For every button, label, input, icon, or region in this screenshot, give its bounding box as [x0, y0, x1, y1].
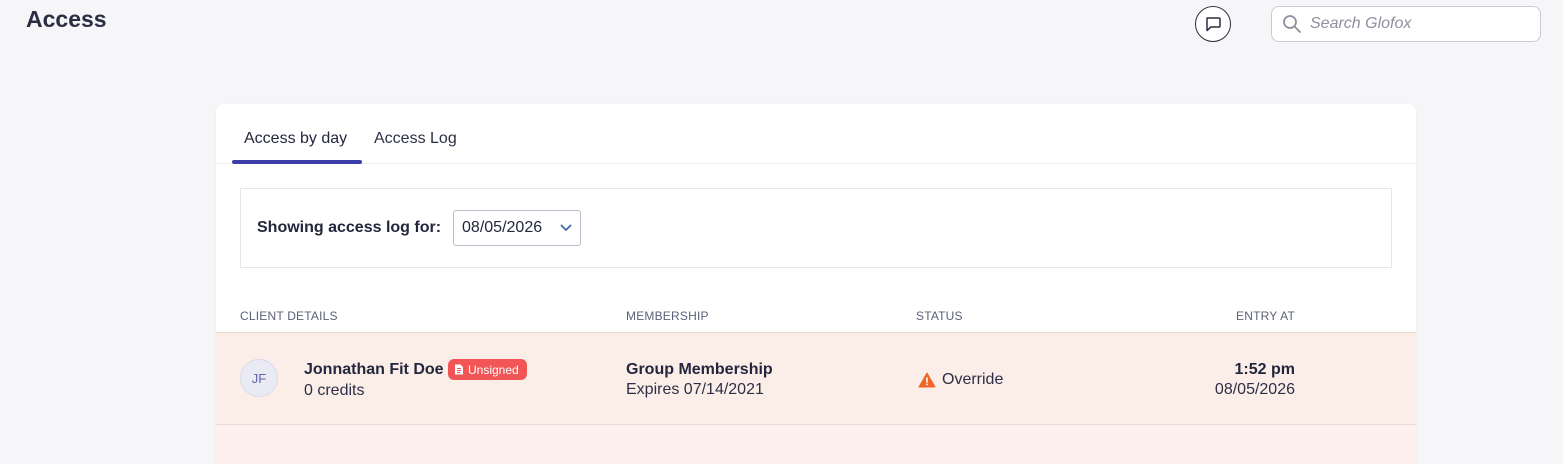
tab-access-by-day[interactable]: Access by day [244, 130, 347, 148]
badge-label: Unsigned [468, 362, 519, 377]
date-filter-panel: Showing access log for: 08/05/2026 [240, 188, 1392, 268]
chat-bubble-icon [1206, 17, 1221, 32]
date-select-value: 08/05/2026 [462, 219, 543, 236]
access-card: Access by day Access Log Showing access … [216, 104, 1416, 464]
table-row[interactable] [216, 424, 1416, 464]
status-label: Override [942, 371, 1004, 388]
column-header-client-details: CLIENT DETAILS [240, 309, 338, 323]
avatar: JF [240, 359, 278, 397]
search-input[interactable] [1310, 15, 1530, 33]
column-header-status: STATUS [916, 309, 963, 323]
document-icon [455, 364, 463, 375]
date-select[interactable]: 08/05/2026 [453, 210, 582, 246]
search-box[interactable] [1271, 6, 1541, 42]
table-row[interactable]: JF Jonnathan Fit Doe Unsigned 0 credits … [216, 332, 1416, 424]
warning-icon [918, 372, 936, 388]
client-name[interactable]: Jonnathan Fit Doe [304, 361, 444, 379]
chevron-down-icon [560, 224, 572, 231]
active-tab-indicator [232, 160, 362, 164]
status-cell: Override [918, 371, 1003, 389]
client-credits: 0 credits [304, 382, 365, 399]
column-header-membership: MEMBERSHIP [626, 309, 709, 323]
entry-date: 08/05/2026 [1214, 381, 1295, 398]
membership-expiry: Expires 07/14/2021 [626, 381, 764, 398]
search-icon [1283, 15, 1301, 33]
column-header-entry-at: ENTRY AT [1236, 309, 1295, 323]
unsigned-badge: Unsigned [448, 359, 527, 380]
membership-name: Group Membership [626, 361, 773, 378]
entry-time: 1:52 pm [1234, 361, 1295, 378]
tab-bar: Access by day Access Log [216, 104, 1416, 164]
chat-button[interactable] [1195, 6, 1231, 42]
page-title: Access [26, 6, 107, 32]
filter-label: Showing access log for: [257, 219, 442, 236]
tab-access-log[interactable]: Access Log [374, 130, 457, 148]
